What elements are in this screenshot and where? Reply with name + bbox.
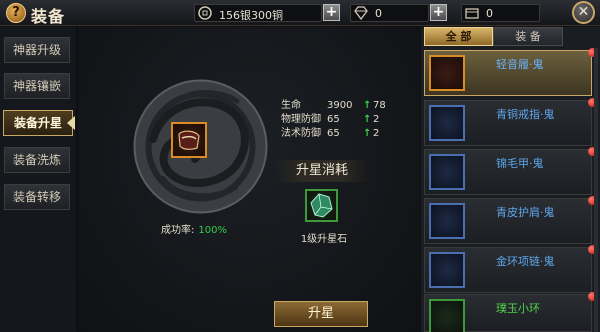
active-arrow-icon [67, 116, 75, 130]
diamond-display: 0 [350, 4, 429, 22]
diamond-icon [354, 6, 368, 20]
money-value: 156银300铜 [219, 9, 283, 22]
item-name: 璞玉小环 [496, 302, 540, 315]
nav-item-equip-upstar[interactable]: 装备升星 [3, 110, 73, 136]
stat-increase: 2 [373, 114, 380, 125]
list-item[interactable]: 金环项链·鬼 [424, 245, 597, 293]
shoulder-icon [429, 203, 465, 239]
jade-ring-icon [429, 299, 465, 332]
help-button[interactable]: ? [6, 3, 26, 23]
add-diamond-button[interactable]: + [430, 4, 447, 21]
necklace-icon [429, 252, 465, 288]
coin-icon [198, 6, 212, 20]
upstar-stone-slot[interactable] [305, 189, 338, 222]
list-item[interactable]: 锦毛甲·鬼 [424, 147, 597, 195]
list-item[interactable]: 轻音履·鬼 [424, 48, 597, 96]
list-item[interactable]: 青铜戒指·鬼 [424, 98, 597, 146]
arrow-up-icon: ↑ [363, 114, 372, 125]
stat-name: 生命 [281, 100, 301, 111]
crate-display: 0 [461, 4, 540, 22]
item-name: 锦毛甲·鬼 [496, 157, 544, 170]
nav-item-equip-transfer[interactable]: 装备转移 [4, 184, 70, 210]
list-scrollbar[interactable] [594, 48, 598, 332]
arrow-up-icon: ↑ [363, 128, 372, 139]
success-rate-label: 成功率: [161, 225, 195, 236]
tab-all[interactable]: 全 部 [424, 27, 493, 46]
item-name: 金环项链·鬼 [496, 255, 555, 268]
page-title: 装备 [31, 7, 66, 26]
arrow-up-icon: ↑ [363, 100, 372, 111]
upstar-button[interactable]: 升星 [274, 301, 368, 327]
equip-slot-boots[interactable] [171, 122, 207, 158]
nav-item-artifact-upgrade[interactable]: 神器升级 [4, 37, 70, 63]
nav-item-artifact-inlay[interactable]: 神器镶嵌 [4, 73, 70, 99]
item-name: 青皮护肩·鬼 [496, 206, 555, 219]
money-display: 156银300铜 [194, 4, 322, 22]
stat-name: 物理防御 [281, 114, 321, 125]
cost-title: 升星消耗 [275, 160, 369, 182]
item-name: 青铜戒指·鬼 [496, 108, 555, 121]
stat-value: 3900 [327, 100, 353, 111]
armor-icon [429, 154, 465, 190]
success-rate-value: 100% [198, 225, 227, 236]
list-item[interactable]: 青皮护肩·鬼 [424, 196, 597, 244]
item-name: 轻音履·鬼 [496, 58, 544, 71]
close-icon: ✕ [577, 4, 590, 20]
crystal-icon [310, 193, 333, 218]
stat-increase: 78 [373, 100, 386, 111]
close-button[interactable]: ✕ [572, 1, 595, 24]
stat-value: 65 [327, 128, 340, 139]
crate-value: 0 [486, 7, 493, 20]
add-money-button[interactable]: + [323, 4, 340, 21]
stat-name: 法术防御 [281, 128, 321, 139]
tab-equip[interactable]: 装 备 [493, 27, 563, 46]
stat-value: 65 [327, 114, 340, 125]
boots-icon [429, 55, 465, 91]
boots-icon [178, 130, 200, 150]
list-item[interactable]: 璞玉小环 [424, 292, 597, 332]
crate-icon [465, 8, 479, 19]
stone-label: 1级升星石 [300, 234, 348, 245]
question-icon: ? [12, 5, 20, 20]
top-bar: ? 装备 156银300铜 + 0 + 0 ✕ [0, 0, 600, 26]
success-rate: 成功率: 100% [161, 221, 227, 236]
ring-icon [429, 105, 465, 141]
nav-item-equip-refine[interactable]: 装备洗炼 [4, 147, 70, 173]
diamond-value: 0 [375, 7, 382, 20]
stat-increase: 2 [373, 128, 380, 139]
